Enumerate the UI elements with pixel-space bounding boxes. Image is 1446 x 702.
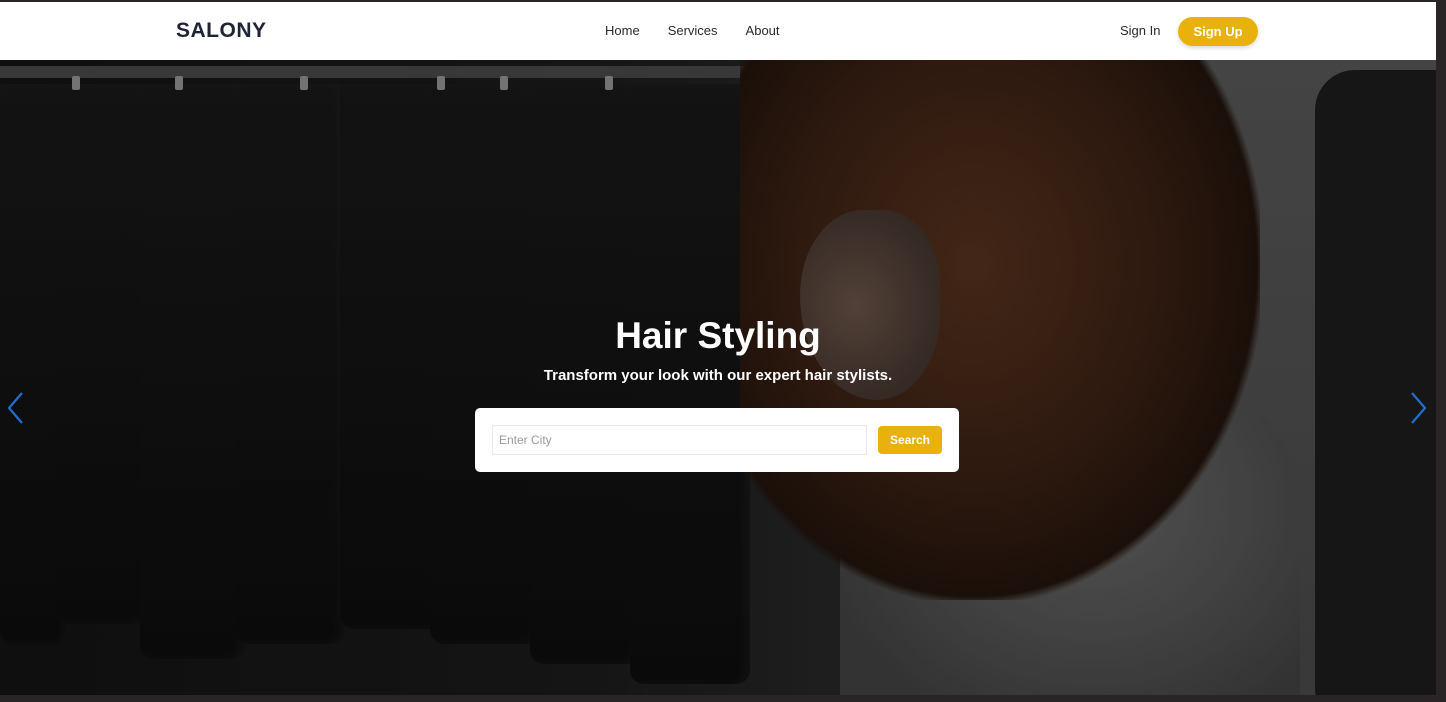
page-frame: SALONY Home Services About Sign In Sign …: [0, 0, 1446, 702]
brand-logo[interactable]: SALONY: [176, 19, 267, 43]
search-button[interactable]: Search: [878, 426, 942, 454]
nav-link-services[interactable]: Services: [668, 23, 718, 38]
hero-title: Hair Styling: [615, 315, 821, 356]
top-navbar: SALONY Home Services About Sign In Sign …: [0, 2, 1436, 60]
hero-carousel: Hair Styling Transform your look with ou…: [0, 60, 1436, 695]
chevron-right-icon: [1411, 392, 1427, 424]
city-search-input[interactable]: [492, 425, 867, 455]
search-card: Search: [475, 408, 959, 472]
nav-links: Home Services About: [605, 23, 780, 38]
hero-subtitle: Transform your look with our expert hair…: [543, 367, 893, 384]
nav-link-about[interactable]: About: [746, 23, 780, 38]
chevron-left-icon: [7, 392, 23, 424]
carousel-prev-button[interactable]: [4, 390, 28, 426]
sign-up-button[interactable]: Sign Up: [1178, 17, 1258, 46]
window-scrollbar[interactable]: [1436, 0, 1446, 702]
sign-in-link[interactable]: Sign In: [1120, 23, 1160, 38]
nav-link-home[interactable]: Home: [605, 23, 640, 38]
carousel-next-button[interactable]: [1406, 390, 1430, 426]
